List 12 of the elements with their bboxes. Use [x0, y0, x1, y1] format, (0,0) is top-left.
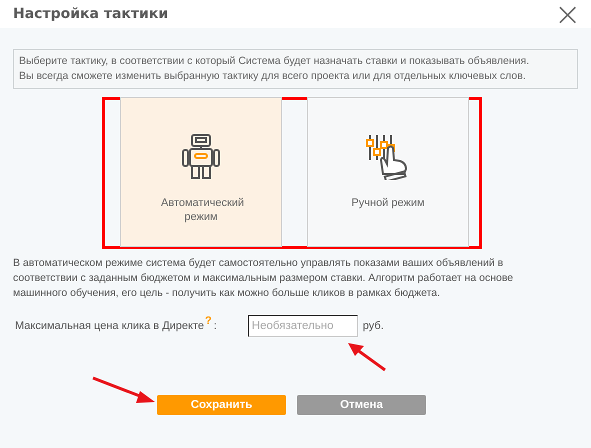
mode-card[interactable]: Ручной режим [307, 97, 469, 247]
currency-unit: руб. [362, 320, 384, 332]
info-text: Вы всегда сможете изменить выбранную тактику для всего проекта или для отдельных ключевых слов. [19, 69, 527, 84]
cancel-button[interactable]: Отмена [297, 395, 426, 415]
info-text: Выберите тактику, в соответствии с который Система будет назначать ставки и показывать объявления. [19, 54, 530, 69]
field-label: Максимальная цена клика в Директе [15, 320, 204, 332]
close-button[interactable]: × [548, 0, 587, 28]
description-text: В автоматическом режиме система будет самостоятельно управлять показами ваших объявлений в соответствии с заданным бюджетом и максимальным размером ставки. Алгоритм работает на основе машинного обучения, его цель - получить как можно больше кликов в рамках бюджета. [13, 256, 514, 301]
mode-card[interactable]: Автоматический режим [120, 97, 282, 247]
label-colon: : [214, 320, 217, 332]
window-title: Настройка тактики [13, 6, 168, 22]
price-input-field[interactable]: Необязательно [248, 315, 358, 337]
